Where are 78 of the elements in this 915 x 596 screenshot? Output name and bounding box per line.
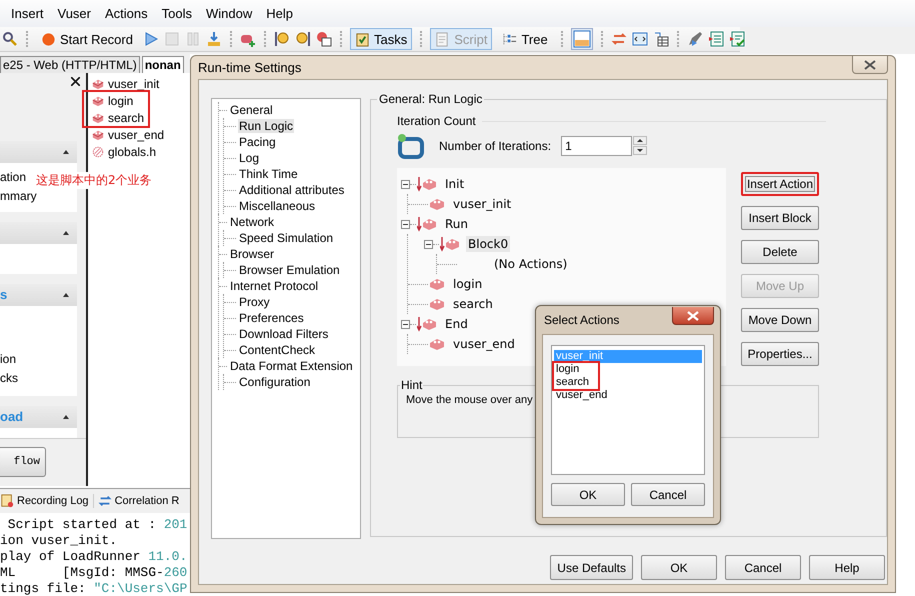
tree-item[interactable]: Preferences	[238, 311, 305, 325]
action-button[interactable]: Insert Action	[741, 172, 819, 196]
section-title: s	[0, 287, 8, 302]
tree-item[interactable]: Init	[443, 176, 466, 192]
tree-item[interactable]: Block0	[466, 236, 510, 252]
start-record-button[interactable]: Start Record	[36, 28, 138, 50]
action-button[interactable]: Insert Block	[741, 206, 819, 230]
section-item[interactable]: ation	[0, 168, 26, 187]
tree-item[interactable]: Network	[229, 215, 276, 229]
dialog-title: Select Actions	[543, 313, 620, 327]
tree-button[interactable]: Tree	[497, 28, 553, 50]
dialog-button[interactable]: OK	[551, 483, 625, 506]
tree-item[interactable]: vuser_end	[451, 336, 517, 352]
tree-item[interactable]: End	[443, 316, 470, 332]
document-tab[interactable]: nonan	[142, 56, 184, 73]
action-button[interactable]: Delete	[741, 240, 819, 264]
dialog-title: Run-time Settings	[198, 60, 302, 75]
file-item[interactable]: vuser_end	[88, 126, 172, 143]
dialog-button[interactable]: OK	[641, 555, 717, 580]
dialog-button[interactable]: Use Defaults	[550, 555, 633, 580]
tree-item[interactable]: Run	[443, 216, 470, 232]
file-item[interactable]: vuser_init	[88, 75, 172, 92]
log-line: tings file: "C:\Users\GP	[0, 581, 188, 596]
tree-item[interactable]: Download Filters	[238, 327, 330, 341]
section-item[interactable]: cks	[0, 368, 18, 388]
tree-item[interactable]: search	[451, 296, 495, 312]
output-tab[interactable]: Recording Log	[0, 494, 89, 508]
field-label: Number of Iterations:	[439, 139, 552, 153]
tree-item[interactable]: Run Logic	[238, 119, 294, 133]
menu-item[interactable]: Insert	[4, 6, 51, 21]
output-tab[interactable]: Correlation R	[92, 494, 180, 508]
menu-item[interactable]: Window	[199, 6, 260, 21]
section-item[interactable]: mmary	[0, 186, 37, 206]
list-item[interactable]: vuser_end	[554, 389, 702, 402]
action-button[interactable]: Properties...	[741, 342, 819, 366]
tree-item[interactable]: login	[451, 276, 484, 292]
tree-item[interactable]: Proxy	[238, 295, 271, 309]
list-item[interactable]: login	[554, 363, 702, 376]
tree-item[interactable]: (No Actions)	[492, 256, 570, 272]
tree-item[interactable]: Internet Protocol	[229, 279, 320, 293]
tree-item[interactable]: Speed Simulation	[238, 231, 334, 245]
group-title: General: Run Logic	[378, 92, 484, 106]
tree-item[interactable]: General	[229, 103, 274, 117]
log-line: Script started at : 201	[6, 517, 188, 533]
log-line: play of LoadRunner 11.0.	[0, 549, 188, 565]
tree-item[interactable]: Browser	[229, 247, 276, 261]
menu-item[interactable]: Vuser	[50, 6, 98, 21]
dialog-button[interactable]: Cancel	[631, 483, 705, 506]
iterations-field[interactable]: 1	[561, 136, 632, 156]
workflow-button[interactable]: flow	[0, 447, 46, 478]
tree-item[interactable]: vuser_init	[451, 196, 514, 212]
tree-item[interactable]: Pacing	[238, 135, 277, 149]
document-tab[interactable]: e25 - Web (HTTP/HTML)	[0, 56, 140, 73]
tree-item[interactable]: Data Format Extension	[229, 359, 354, 373]
log-line: ion vuser_init.	[0, 533, 118, 549]
hint-text: Move the mouse over any	[406, 394, 533, 406]
action-button[interactable]: Move Down	[741, 308, 819, 332]
list-item[interactable]: search	[554, 376, 702, 389]
dialog-button[interactable]: Cancel	[725, 555, 801, 580]
tree-item[interactable]: Miscellaneous	[238, 199, 316, 213]
menu-item[interactable]: Actions	[98, 6, 155, 21]
tree-item[interactable]: Think Time	[238, 167, 299, 181]
tree-item[interactable]: Additional attributes	[238, 183, 346, 197]
section-title: oad	[0, 409, 24, 424]
group-title: Hint	[400, 378, 424, 392]
tree-item[interactable]: Configuration	[238, 375, 312, 389]
menu-item[interactable]: Tools	[154, 6, 199, 21]
tree-item[interactable]: Log	[238, 151, 260, 165]
section-item[interactable]: ion	[0, 350, 16, 369]
annotation-note: 这是脚本中的2个业务	[36, 172, 152, 189]
dialog-button[interactable]: Help	[809, 555, 885, 580]
tasks-button[interactable]: Tasks	[350, 28, 412, 50]
log-line: ML [MsgId: MMSG-260	[0, 565, 188, 581]
menu-item[interactable]: Help	[259, 6, 300, 21]
file-item[interactable]: globals.h	[88, 143, 172, 160]
section-title: Iteration Count	[397, 114, 476, 128]
tree-item[interactable]: ContentCheck	[238, 343, 316, 357]
tree-item[interactable]: Browser Emulation	[238, 263, 341, 277]
